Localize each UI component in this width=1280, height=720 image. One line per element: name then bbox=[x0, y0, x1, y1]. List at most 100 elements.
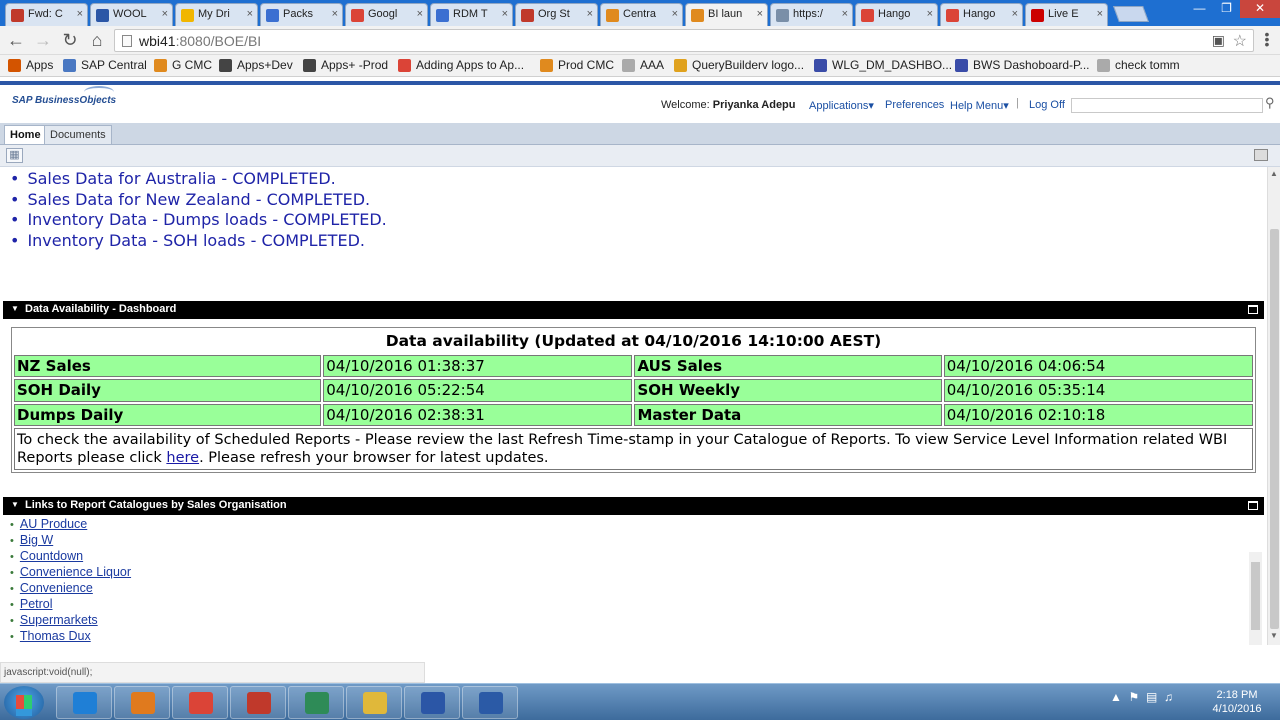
maximize-panel-icon[interactable] bbox=[1248, 305, 1258, 314]
taskbar-app-button[interactable] bbox=[230, 686, 286, 719]
browser-tab[interactable]: Googl × bbox=[345, 3, 428, 26]
taskbar-app-button[interactable] bbox=[114, 686, 170, 719]
catalogue-link[interactable]: Convenience bbox=[20, 581, 93, 595]
taskbar-app-button[interactable] bbox=[288, 686, 344, 719]
taskbar-clock[interactable]: 2:18 PM 4/10/2016 bbox=[1200, 688, 1274, 716]
collapse-triangle-icon[interactable]: ▼ bbox=[11, 304, 19, 313]
bookmark-item[interactable]: Apps+ -Prod bbox=[303, 58, 388, 75]
layout-grid-icon[interactable]: ▦ bbox=[6, 148, 23, 163]
bookmark-item[interactable]: AAA bbox=[622, 58, 664, 75]
reload-icon[interactable]: ↻ bbox=[59, 30, 81, 52]
browser-tab[interactable]: Hango × bbox=[855, 3, 938, 26]
start-button[interactable] bbox=[4, 686, 44, 719]
list-item[interactable]: Petrol bbox=[10, 597, 131, 613]
browser-tab[interactable]: Centra × bbox=[600, 3, 683, 26]
bookmark-item[interactable]: Adding Apps to Ap... bbox=[398, 58, 524, 75]
close-tab-icon[interactable]: × bbox=[417, 8, 423, 20]
search-icon[interactable]: ⚲ bbox=[1265, 95, 1275, 111]
scroll-up-icon[interactable]: ▲ bbox=[1270, 169, 1278, 178]
close-window-button[interactable]: ✕ bbox=[1240, 0, 1280, 18]
close-tab-icon[interactable]: × bbox=[1012, 8, 1018, 20]
forward-arrow-icon[interactable]: → bbox=[32, 30, 54, 52]
catalogue-link[interactable]: Supermarkets bbox=[20, 613, 98, 627]
bookmark-item[interactable]: BWS Dashoboard-P... bbox=[955, 58, 1090, 75]
browser-tab[interactable]: Hango × bbox=[940, 3, 1023, 26]
back-arrow-icon[interactable]: ← bbox=[5, 30, 27, 52]
list-item[interactable]: Big W bbox=[10, 533, 131, 549]
new-tab-button[interactable] bbox=[1113, 6, 1149, 22]
tab-documents[interactable]: Documents bbox=[44, 125, 112, 144]
close-tab-icon[interactable]: × bbox=[247, 8, 253, 20]
bookmark-star-icon[interactable]: ☆ bbox=[1233, 31, 1247, 51]
data-availability-panel-header[interactable]: ▼ Data Availability - Dashboard bbox=[3, 301, 1264, 319]
close-tab-icon[interactable]: × bbox=[502, 8, 508, 20]
scrollbar-thumb[interactable] bbox=[1270, 229, 1279, 629]
taskbar-app-button[interactable] bbox=[462, 686, 518, 719]
list-item[interactable]: Convenience bbox=[10, 581, 131, 597]
system-tray[interactable]: ▲ ⚑ ▤ ♫ bbox=[1110, 690, 1173, 704]
bookmark-item[interactable]: QueryBuilderv logo... bbox=[674, 58, 804, 75]
preferences-link[interactable]: Preferences bbox=[885, 99, 944, 111]
browser-tab[interactable]: BI laun × bbox=[685, 3, 768, 27]
bi-search-input[interactable] bbox=[1071, 98, 1263, 113]
help-menu[interactable]: Help Menu▾ bbox=[950, 99, 1009, 112]
taskbar-app-button[interactable] bbox=[404, 686, 460, 719]
browser-tab[interactable]: Live E × bbox=[1025, 3, 1108, 26]
taskbar-app-button[interactable] bbox=[172, 686, 228, 719]
browser-tab[interactable]: https:/ × bbox=[770, 3, 853, 26]
maximize-panel-icon[interactable] bbox=[1248, 501, 1258, 510]
browser-tab[interactable]: My Dri × bbox=[175, 3, 258, 26]
scroll-down-icon[interactable]: ▼ bbox=[1270, 631, 1278, 640]
close-tab-icon[interactable]: × bbox=[332, 8, 338, 20]
close-tab-icon[interactable]: × bbox=[77, 8, 83, 20]
links-panel-scrollbar[interactable] bbox=[1249, 552, 1262, 645]
browser-tab[interactable]: Fwd: C × bbox=[5, 3, 88, 26]
bookmark-item[interactable]: Prod CMC bbox=[540, 58, 614, 75]
catalogue-link[interactable]: Thomas Dux bbox=[20, 629, 91, 643]
catalogue-link[interactable]: Convenience Liquor bbox=[20, 565, 131, 579]
print-icon[interactable] bbox=[1254, 149, 1268, 161]
tab-home[interactable]: Home bbox=[4, 125, 47, 144]
log-off-link[interactable]: Log Off bbox=[1029, 99, 1065, 111]
catalogue-link[interactable]: AU Produce bbox=[20, 517, 87, 531]
catalogue-link[interactable]: Countdown bbox=[20, 549, 83, 563]
browser-tab[interactable]: Packs × bbox=[260, 3, 343, 26]
report-links-panel-header[interactable]: ▼ Links to Report Catalogues by Sales Or… bbox=[3, 497, 1264, 515]
list-item[interactable]: Convenience Liquor bbox=[10, 565, 131, 581]
applications-menu[interactable]: Applications▾ bbox=[809, 99, 874, 112]
close-tab-icon[interactable]: × bbox=[672, 8, 678, 20]
catalogue-link[interactable]: Petrol bbox=[20, 597, 53, 611]
list-item[interactable]: Thomas Dux bbox=[10, 629, 131, 645]
address-bar[interactable]: wbi41:8080/BOE/BI ▣ ☆ bbox=[114, 29, 1254, 52]
browser-tab[interactable]: WOOL × bbox=[90, 3, 173, 26]
maximize-window-button[interactable]: ❐ bbox=[1213, 0, 1240, 18]
bookmark-item[interactable]: G CMC bbox=[154, 58, 212, 75]
bookmark-item[interactable]: Apps bbox=[8, 58, 53, 75]
taskbar-app-button[interactable] bbox=[346, 686, 402, 719]
chrome-menu-icon[interactable]: • • • bbox=[1260, 27, 1274, 51]
minimize-window-button[interactable]: — bbox=[1186, 0, 1213, 18]
scrollbar-thumb[interactable] bbox=[1251, 562, 1260, 630]
bookmark-item[interactable]: Apps+Dev bbox=[219, 58, 293, 75]
close-tab-icon[interactable]: × bbox=[1097, 8, 1103, 20]
close-tab-icon[interactable]: × bbox=[757, 8, 763, 20]
catalogue-link[interactable]: Big W bbox=[20, 533, 53, 547]
bookmark-item[interactable]: WLG_DM_DASHBO... bbox=[814, 58, 952, 75]
bookmark-item[interactable]: check tomm bbox=[1097, 58, 1180, 75]
close-tab-icon[interactable]: × bbox=[927, 8, 933, 20]
close-tab-icon[interactable]: × bbox=[162, 8, 168, 20]
page-scrollbar[interactable]: ▲ ▼ bbox=[1267, 167, 1280, 645]
close-tab-icon[interactable]: × bbox=[587, 8, 593, 20]
list-item[interactable]: Supermarkets bbox=[10, 613, 131, 629]
browser-tab[interactable]: Org St × bbox=[515, 3, 598, 26]
extension-icon[interactable]: ▣ bbox=[1212, 32, 1225, 49]
list-item[interactable]: AU Produce bbox=[10, 517, 131, 533]
close-tab-icon[interactable]: × bbox=[842, 8, 848, 20]
service-level-link[interactable]: here bbox=[166, 450, 199, 466]
browser-tab[interactable]: RDM T × bbox=[430, 3, 513, 26]
bookmark-item[interactable]: SAP Central bbox=[63, 58, 147, 75]
collapse-triangle-icon[interactable]: ▼ bbox=[11, 500, 19, 509]
list-item[interactable]: Countdown bbox=[10, 549, 131, 565]
home-icon[interactable]: ⌂ bbox=[86, 30, 108, 52]
taskbar-app-button[interactable] bbox=[56, 686, 112, 719]
